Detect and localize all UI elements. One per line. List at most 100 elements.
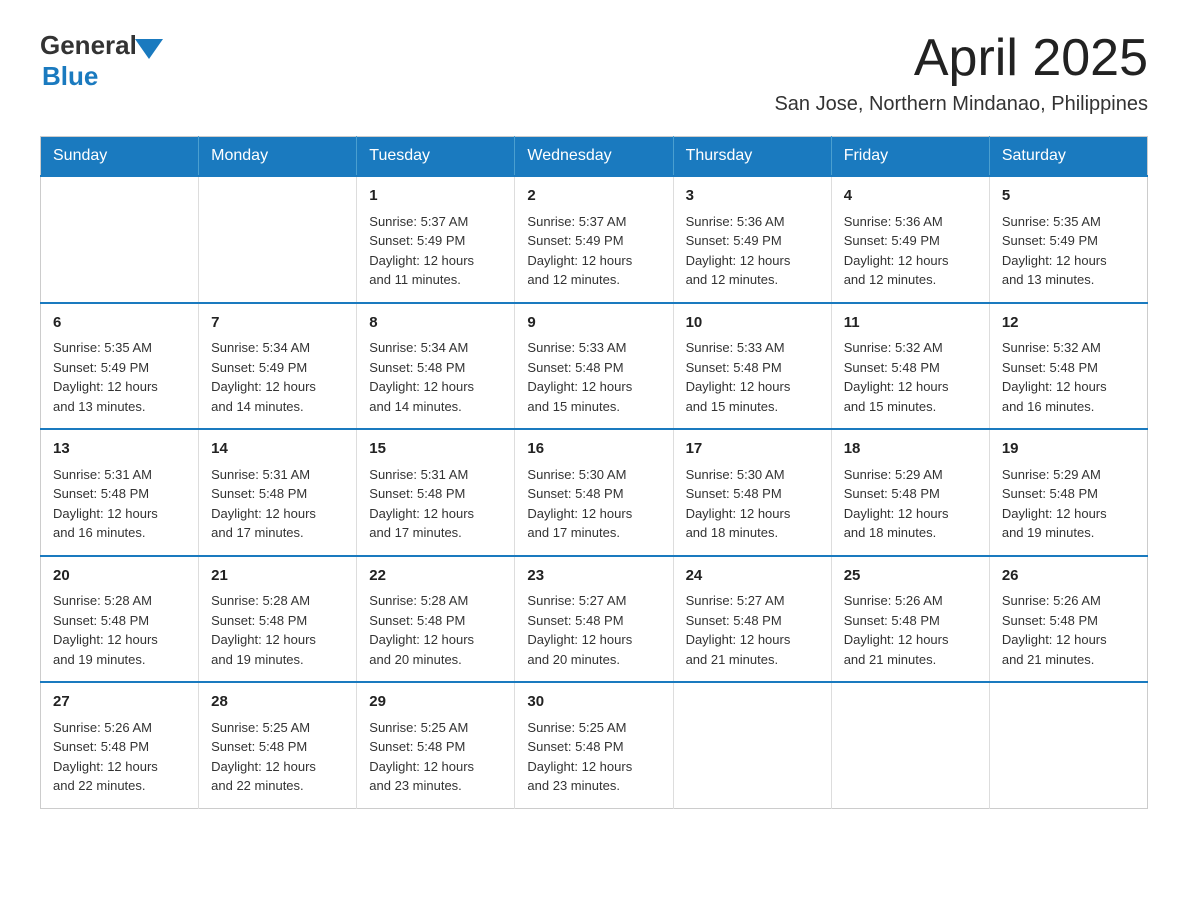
header-saturday: Saturday xyxy=(989,137,1147,177)
day-number: 6 xyxy=(53,312,186,335)
calendar-cell: 24 Sunrise: 5:27 AMSunset: 5:48 PMDayligh… xyxy=(673,556,831,683)
day-info: Sunrise: 5:31 AMSunset: 5:48 PMDaylight:… xyxy=(211,465,344,543)
month-year-title: April 2025 xyxy=(774,30,1148,87)
day-info: Sunrise: 5:26 AMSunset: 5:48 PMDaylight:… xyxy=(1002,591,1135,669)
calendar-cell: 21 Sunrise: 5:28 AMSunset: 5:48 PMDayligh… xyxy=(199,556,357,683)
day-number: 29 xyxy=(369,691,502,714)
day-info: Sunrise: 5:34 AMSunset: 5:48 PMDaylight:… xyxy=(369,338,502,416)
day-number: 9 xyxy=(527,312,660,335)
calendar-cell: 8 Sunrise: 5:34 AMSunset: 5:48 PMDaylight… xyxy=(357,303,515,430)
logo: General Blue xyxy=(40,30,163,92)
calendar-week-row: 27 Sunrise: 5:26 AMSunset: 5:48 PMDayligh… xyxy=(41,682,1148,808)
day-number: 16 xyxy=(527,438,660,461)
day-info: Sunrise: 5:25 AMSunset: 5:48 PMDaylight:… xyxy=(369,718,502,796)
day-info: Sunrise: 5:35 AMSunset: 5:49 PMDaylight:… xyxy=(53,338,186,416)
day-number: 13 xyxy=(53,438,186,461)
calendar-cell: 22 Sunrise: 5:28 AMSunset: 5:48 PMDayligh… xyxy=(357,556,515,683)
calendar-cell: 28 Sunrise: 5:25 AMSunset: 5:48 PMDayligh… xyxy=(199,682,357,808)
header-monday: Monday xyxy=(199,137,357,177)
day-number: 3 xyxy=(686,185,819,208)
calendar-cell: 9 Sunrise: 5:33 AMSunset: 5:48 PMDaylight… xyxy=(515,303,673,430)
calendar-cell: 27 Sunrise: 5:26 AMSunset: 5:48 PMDayligh… xyxy=(41,682,199,808)
logo-arrow-icon xyxy=(135,39,163,59)
calendar-week-row: 6 Sunrise: 5:35 AMSunset: 5:49 PMDaylight… xyxy=(41,303,1148,430)
day-info: Sunrise: 5:33 AMSunset: 5:48 PMDaylight:… xyxy=(686,338,819,416)
day-info: Sunrise: 5:25 AMSunset: 5:48 PMDaylight:… xyxy=(211,718,344,796)
day-number: 21 xyxy=(211,565,344,588)
page-header: General Blue April 2025 San Jose, Northe… xyxy=(40,30,1148,116)
day-number: 28 xyxy=(211,691,344,714)
calendar-cell: 12 Sunrise: 5:32 AMSunset: 5:48 PMDayligh… xyxy=(989,303,1147,430)
day-number: 23 xyxy=(527,565,660,588)
calendar-week-row: 20 Sunrise: 5:28 AMSunset: 5:48 PMDayligh… xyxy=(41,556,1148,683)
calendar-cell xyxy=(831,682,989,808)
calendar-header-row: SundayMondayTuesdayWednesdayThursdayFrid… xyxy=(41,137,1148,177)
day-number: 19 xyxy=(1002,438,1135,461)
calendar-cell: 30 Sunrise: 5:25 AMSunset: 5:48 PMDayligh… xyxy=(515,682,673,808)
day-info: Sunrise: 5:36 AMSunset: 5:49 PMDaylight:… xyxy=(686,212,819,290)
calendar-cell: 19 Sunrise: 5:29 AMSunset: 5:48 PMDayligh… xyxy=(989,429,1147,556)
day-info: Sunrise: 5:25 AMSunset: 5:48 PMDaylight:… xyxy=(527,718,660,796)
day-info: Sunrise: 5:36 AMSunset: 5:49 PMDaylight:… xyxy=(844,212,977,290)
header-sunday: Sunday xyxy=(41,137,199,177)
calendar-cell: 29 Sunrise: 5:25 AMSunset: 5:48 PMDayligh… xyxy=(357,682,515,808)
day-info: Sunrise: 5:28 AMSunset: 5:48 PMDaylight:… xyxy=(369,591,502,669)
calendar-cell: 17 Sunrise: 5:30 AMSunset: 5:48 PMDayligh… xyxy=(673,429,831,556)
day-number: 10 xyxy=(686,312,819,335)
day-info: Sunrise: 5:32 AMSunset: 5:48 PMDaylight:… xyxy=(1002,338,1135,416)
day-info: Sunrise: 5:27 AMSunset: 5:48 PMDaylight:… xyxy=(686,591,819,669)
day-number: 4 xyxy=(844,185,977,208)
calendar-week-row: 13 Sunrise: 5:31 AMSunset: 5:48 PMDayligh… xyxy=(41,429,1148,556)
day-number: 8 xyxy=(369,312,502,335)
day-number: 7 xyxy=(211,312,344,335)
calendar-cell: 5 Sunrise: 5:35 AMSunset: 5:49 PMDaylight… xyxy=(989,176,1147,303)
header-tuesday: Tuesday xyxy=(357,137,515,177)
day-number: 20 xyxy=(53,565,186,588)
calendar-cell: 20 Sunrise: 5:28 AMSunset: 5:48 PMDayligh… xyxy=(41,556,199,683)
title-area: April 2025 San Jose, Northern Mindanao, … xyxy=(774,30,1148,116)
day-number: 1 xyxy=(369,185,502,208)
calendar-cell xyxy=(989,682,1147,808)
calendar-cell: 14Sunrise: 5:31 AMSunset: 5:48 PMDayligh… xyxy=(199,429,357,556)
day-info: Sunrise: 5:30 AMSunset: 5:48 PMDaylight:… xyxy=(527,465,660,543)
calendar-cell: 3 Sunrise: 5:36 AMSunset: 5:49 PMDaylight… xyxy=(673,176,831,303)
day-number: 22 xyxy=(369,565,502,588)
calendar-cell: 11Sunrise: 5:32 AMSunset: 5:48 PMDayligh… xyxy=(831,303,989,430)
day-info: Sunrise: 5:30 AMSunset: 5:48 PMDaylight:… xyxy=(686,465,819,543)
day-info: Sunrise: 5:26 AMSunset: 5:48 PMDaylight:… xyxy=(53,718,186,796)
calendar-cell: 2Sunrise: 5:37 AMSunset: 5:49 PMDaylight… xyxy=(515,176,673,303)
day-number: 5 xyxy=(1002,185,1135,208)
calendar-cell: 13Sunrise: 5:31 AMSunset: 5:48 PMDayligh… xyxy=(41,429,199,556)
day-info: Sunrise: 5:33 AMSunset: 5:48 PMDaylight:… xyxy=(527,338,660,416)
calendar-week-row: 1 Sunrise: 5:37 AMSunset: 5:49 PMDaylight… xyxy=(41,176,1148,303)
day-info: Sunrise: 5:29 AMSunset: 5:48 PMDaylight:… xyxy=(844,465,977,543)
header-thursday: Thursday xyxy=(673,137,831,177)
day-info: Sunrise: 5:26 AMSunset: 5:48 PMDaylight:… xyxy=(844,591,977,669)
header-friday: Friday xyxy=(831,137,989,177)
calendar-cell xyxy=(41,176,199,303)
day-info: Sunrise: 5:34 AMSunset: 5:49 PMDaylight:… xyxy=(211,338,344,416)
calendar-cell xyxy=(199,176,357,303)
logo-blue-text: Blue xyxy=(42,61,98,92)
day-number: 11 xyxy=(844,312,977,335)
day-number: 24 xyxy=(686,565,819,588)
day-number: 27 xyxy=(53,691,186,714)
calendar-cell: 26Sunrise: 5:26 AMSunset: 5:48 PMDayligh… xyxy=(989,556,1147,683)
day-info: Sunrise: 5:29 AMSunset: 5:48 PMDaylight:… xyxy=(1002,465,1135,543)
day-info: Sunrise: 5:28 AMSunset: 5:48 PMDaylight:… xyxy=(211,591,344,669)
calendar-cell: 18 Sunrise: 5:29 AMSunset: 5:48 PMDayligh… xyxy=(831,429,989,556)
day-info: Sunrise: 5:37 AMSunset: 5:49 PMDaylight:… xyxy=(369,212,502,290)
day-info: Sunrise: 5:37 AMSunset: 5:49 PMDaylight:… xyxy=(527,212,660,290)
calendar-cell: 1 Sunrise: 5:37 AMSunset: 5:49 PMDaylight… xyxy=(357,176,515,303)
calendar-cell: 23Sunrise: 5:27 AMSunset: 5:48 PMDayligh… xyxy=(515,556,673,683)
day-info: Sunrise: 5:28 AMSunset: 5:48 PMDaylight:… xyxy=(53,591,186,669)
day-info: Sunrise: 5:35 AMSunset: 5:49 PMDaylight:… xyxy=(1002,212,1135,290)
calendar-cell: 4 Sunrise: 5:36 AMSunset: 5:49 PMDaylight… xyxy=(831,176,989,303)
day-number: 12 xyxy=(1002,312,1135,335)
calendar-cell: 6 Sunrise: 5:35 AMSunset: 5:49 PMDaylight… xyxy=(41,303,199,430)
day-number: 17 xyxy=(686,438,819,461)
calendar-cell xyxy=(673,682,831,808)
calendar-table: SundayMondayTuesdayWednesdayThursdayFrid… xyxy=(40,136,1148,809)
day-number: 18 xyxy=(844,438,977,461)
day-number: 30 xyxy=(527,691,660,714)
